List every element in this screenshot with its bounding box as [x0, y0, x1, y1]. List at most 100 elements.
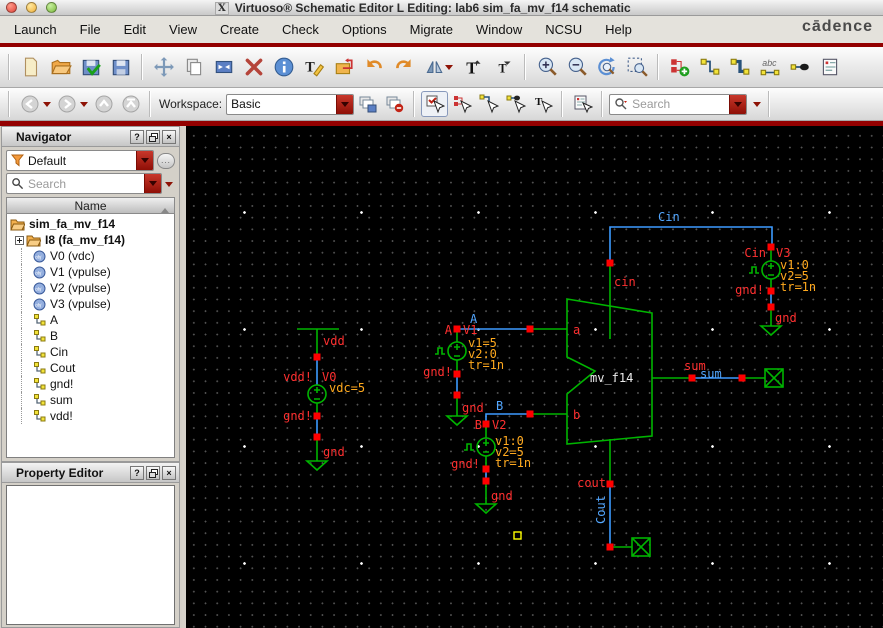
close-window-button[interactable]: [6, 2, 17, 13]
query-properties-button[interactable]: [569, 91, 596, 117]
property-editor-title-bar[interactable]: Property Editor ? ×: [2, 463, 179, 483]
tree-item-net-cout[interactable]: Cout: [7, 360, 174, 376]
v0-terminals[interactable]: [297, 328, 339, 461]
navigator-search-caret[interactable]: [165, 181, 173, 191]
schematic-canvas[interactable]: mv_f14 a b cin cout sum Cin A B sum Cout: [186, 126, 883, 628]
v3-net-label[interactable]: Cin: [744, 246, 766, 260]
v2-gnd-net-label[interactable]: gnd!: [451, 457, 480, 471]
menu-ncsu[interactable]: NCSU: [545, 22, 582, 37]
menu-migrate[interactable]: Migrate: [410, 22, 453, 37]
tree-item-net-gnd[interactable]: gnd!: [7, 376, 174, 392]
mv-f14-instance[interactable]: mv_f14 a b cin cout sum: [530, 263, 706, 490]
junction-square[interactable]: [606, 543, 614, 551]
stretch-button[interactable]: [209, 52, 239, 82]
v3-ground-symbol[interactable]: [758, 325, 784, 337]
tree-item-cellview[interactable]: sim_fa_mv_f14: [7, 216, 174, 232]
v1-gnd-label[interactable]: gnd: [462, 401, 484, 415]
zoom-in-button[interactable]: [532, 52, 562, 82]
cout-net-label[interactable]: Cout: [594, 495, 608, 524]
minimize-window-button[interactable]: [26, 2, 37, 13]
workspace-combo[interactable]: Basic: [226, 93, 355, 115]
back-button[interactable]: [16, 91, 43, 117]
navigator-title-bar[interactable]: Navigator ? ×: [2, 127, 179, 147]
zoom-fit-button[interactable]: [592, 52, 622, 82]
copy-button[interactable]: [179, 52, 209, 82]
property-editor-float-button[interactable]: [146, 466, 160, 480]
navigator-filter-dropdown[interactable]: [136, 151, 153, 170]
pin-b-label[interactable]: b: [573, 408, 580, 422]
create-pin-button[interactable]: [785, 52, 815, 82]
junction-square[interactable]: [482, 465, 490, 473]
v3-source[interactable]: Cin V3 v1:0 v2=5 tr=1n gnd! gnd: [735, 246, 816, 337]
v0-prop-vdc[interactable]: vdc=5: [329, 381, 365, 395]
v1-source[interactable]: A V1 v1=5 v2:0 tr=1n gnd! gnd: [423, 323, 504, 427]
select-wire-button[interactable]: [475, 91, 502, 117]
tree-item-net-b[interactable]: B: [7, 328, 174, 344]
v0-ground-symbol[interactable]: [304, 460, 330, 472]
new-file-button[interactable]: [16, 52, 46, 82]
v3-gnd-net-label[interactable]: gnd!: [735, 283, 764, 297]
junction-square[interactable]: [453, 391, 461, 399]
junction-square[interactable]: [767, 287, 775, 295]
v0-vdd-rail-label[interactable]: vdd: [323, 334, 345, 348]
delete-button[interactable]: [239, 52, 269, 82]
create-bus-button[interactable]: [725, 52, 755, 82]
check-and-save-button[interactable]: [76, 52, 106, 82]
junction-square[interactable]: [526, 325, 534, 333]
instance-name-label[interactable]: mv_f14: [590, 371, 633, 385]
navigator-name-column-header[interactable]: Name: [6, 197, 175, 214]
v2-source[interactable]: B V2 v1:0 v2=5 tr=1n gnd! gnd: [451, 418, 531, 515]
v0-gnd-net-label[interactable]: gnd!: [283, 409, 312, 423]
rotate-button[interactable]: [419, 52, 459, 82]
v1-ground-symbol[interactable]: [444, 415, 470, 427]
v1-prop-2[interactable]: tr=1n: [468, 358, 504, 372]
workspace-save-button[interactable]: [354, 91, 381, 117]
menu-help[interactable]: Help: [605, 22, 632, 37]
expander-icon[interactable]: [15, 235, 24, 245]
property-editor-content[interactable]: [6, 485, 175, 625]
back-history-caret[interactable]: [43, 102, 51, 111]
property-form-button[interactable]: [815, 52, 845, 82]
cout-net[interactable]: Cout: [594, 484, 651, 557]
property-editor-close-button[interactable]: ×: [162, 466, 176, 480]
junction-square[interactable]: [313, 353, 321, 361]
v0-net-label[interactable]: vdd!: [283, 370, 312, 384]
menu-check[interactable]: Check: [282, 22, 319, 37]
sum-net[interactable]: sum: [692, 367, 784, 388]
create-instance-button[interactable]: [665, 52, 695, 82]
v2-prop-2[interactable]: tr=1n: [495, 456, 531, 470]
b-net-label[interactable]: B: [496, 399, 503, 413]
junction-square[interactable]: [482, 420, 490, 428]
object-properties-button[interactable]: [269, 52, 299, 82]
junction-square[interactable]: [313, 412, 321, 420]
zoom-area-button[interactable]: [622, 52, 652, 82]
navigator-more-button[interactable]: ...: [157, 152, 175, 169]
junction-square[interactable]: [453, 325, 461, 333]
tree-item-instance[interactable]: I8 (fa_mv_f14): [7, 232, 174, 248]
v1-name-label[interactable]: V1: [463, 323, 477, 337]
menu-edit[interactable]: Edit: [124, 22, 146, 37]
junction-square[interactable]: [313, 433, 321, 441]
select-pin-button[interactable]: [502, 91, 529, 117]
junction-square[interactable]: [453, 370, 461, 378]
tree-item-v2[interactable]: obj V2 (vpulse): [7, 280, 174, 296]
select-instance-button[interactable]: [448, 91, 475, 117]
forward-history-caret[interactable]: [80, 102, 88, 111]
v2-net-label[interactable]: B: [475, 418, 482, 432]
select-mode-button[interactable]: [421, 91, 449, 117]
v3-prop-2[interactable]: tr=1n: [780, 280, 816, 294]
menu-file[interactable]: File: [80, 22, 101, 37]
search-options-caret[interactable]: [753, 102, 762, 111]
connection-points[interactable]: [313, 243, 775, 551]
menu-create[interactable]: Create: [220, 22, 259, 37]
workspace-dropdown-button[interactable]: [336, 94, 354, 114]
pin-cout-label[interactable]: cout: [577, 476, 606, 490]
tree-item-net-sum[interactable]: sum: [7, 392, 174, 408]
cin-net-label[interactable]: Cin: [658, 210, 680, 224]
v0-gnd-label[interactable]: gnd: [323, 445, 345, 459]
v1-net-label[interactable]: A: [445, 323, 453, 337]
pin-a-label[interactable]: a: [573, 323, 580, 337]
tree-item-v1[interactable]: obj V1 (vpulse): [7, 264, 174, 280]
tree-item-v3[interactable]: obj V3 (vpulse): [7, 296, 174, 312]
junction-square[interactable]: [606, 480, 614, 488]
